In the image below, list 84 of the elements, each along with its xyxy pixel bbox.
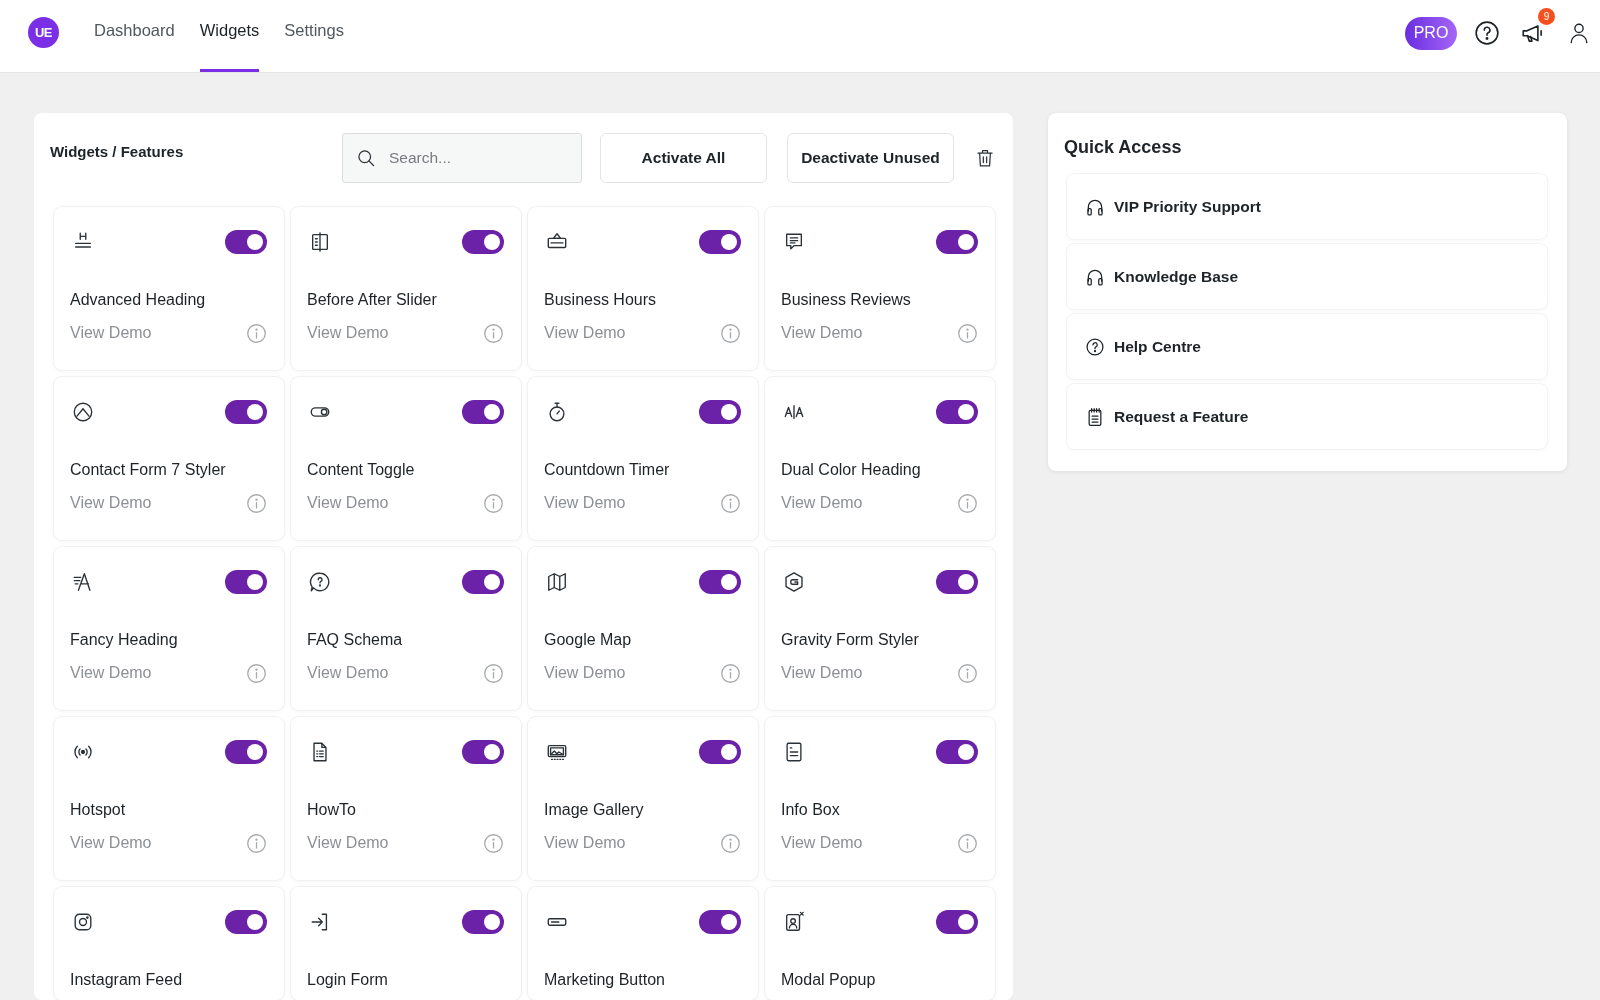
quick-access-link[interactable]: Request a Feature [1066,383,1548,450]
view-demo-link[interactable]: View Demo [307,664,389,682]
toggle-switch[interactable] [462,400,504,424]
toggle-switch[interactable] [225,230,267,254]
page-lines-icon [783,741,805,763]
widget-title: Gravity Form Styler [781,630,919,650]
toggle-switch[interactable] [225,570,267,594]
help-icon[interactable] [1474,20,1500,46]
widget-title: HowTo [307,800,356,820]
widget-title: Modal Popup [781,970,876,990]
toggle-switch[interactable] [225,740,267,764]
view-demo-link[interactable]: View Demo [70,664,152,682]
quick-access-link[interactable]: Knowledge Base [1066,243,1548,310]
comment-lines-icon [783,231,805,253]
panel-title: Widgets / Features [50,143,184,161]
search-field[interactable]: Search... [342,133,582,183]
view-demo-link[interactable]: View Demo [544,834,626,852]
widget-title: Contact Form 7 Styler [70,460,226,480]
view-demo-link[interactable]: View Demo [781,834,863,852]
view-demo-link[interactable]: View Demo [307,324,389,342]
widget-title: Info Box [781,800,840,820]
panel-title: Quick Access [1064,136,1182,159]
toggle-switch[interactable] [225,910,267,934]
toggle-switch[interactable] [699,570,741,594]
widget-title: Dual Color Heading [781,460,921,480]
toggle-switch[interactable] [462,570,504,594]
hexagon-icon [783,571,805,593]
widget-title: Fancy Heading [70,630,178,650]
user-icon[interactable] [1568,21,1590,45]
widget-title: Advanced Heading [70,290,206,310]
widget-title: Business Hours [544,290,657,310]
toggle-switch[interactable] [462,740,504,764]
search-icon [356,148,376,168]
view-demo-link[interactable]: View Demo [781,324,863,342]
view-demo-link[interactable]: View Demo [307,494,389,512]
logo: UE [28,16,59,48]
pro-badge[interactable]: PRO [1405,16,1457,50]
toggle-switch[interactable] [936,230,978,254]
widget-title: Marketing Button [544,970,665,990]
view-demo-link[interactable]: View Demo [544,324,626,342]
toolbar-button[interactable]: Deactivate Unused [787,133,954,183]
nav-tab[interactable]: Settings [284,0,344,72]
folded-map-icon [546,571,568,593]
quick-access-link[interactable]: Help Centre [1066,313,1548,380]
popup-window-icon [783,911,805,933]
split-frame-icon [309,231,331,253]
nav-tab[interactable]: Widgets [199,0,260,72]
view-demo-link[interactable]: View Demo [307,834,389,852]
widget-title: Before After Slider [307,290,437,310]
view-demo-link[interactable]: View Demo [70,324,152,342]
toggle-switch[interactable] [225,400,267,424]
toggle-switch[interactable] [936,740,978,764]
widget-title: Hotspot [70,800,126,820]
notification-badge: 9 [1538,8,1555,25]
widget-title: FAQ Schema [307,630,403,650]
view-demo-link[interactable]: View Demo [781,494,863,512]
view-demo-link[interactable]: View Demo [781,664,863,682]
widget-title: Business Reviews [781,290,911,310]
toggle-switch[interactable] [462,230,504,254]
widget-title: Instagram Feed [70,970,183,990]
toggle-switch[interactable] [699,400,741,424]
view-demo-link[interactable]: View Demo [544,664,626,682]
toggle-switch[interactable] [462,910,504,934]
widget-title: Content Toggle [307,460,415,480]
question-bubble-icon [309,571,331,593]
widget-title: Google Map [544,630,632,650]
toggle-switch[interactable] [936,570,978,594]
fancy-letter-icon [72,571,94,593]
view-demo-link[interactable]: View Demo [70,834,152,852]
toolbar-button[interactable]: Activate All [600,133,767,183]
camera-icon [72,911,94,933]
nav-tab[interactable]: Dashboard [94,0,175,72]
toggle-switch[interactable] [699,910,741,934]
toggle-switch[interactable] [699,740,741,764]
circle-peak-icon [72,401,94,423]
toggle-switch[interactable] [699,230,741,254]
view-demo-link[interactable]: View Demo [70,494,152,512]
widget-title: Login Form [307,970,388,990]
toggle-switch[interactable] [936,910,978,934]
toggle-switch[interactable] [936,400,978,424]
widget-title: Countdown Timer [544,460,670,480]
widget-title: Image Gallery [544,800,644,820]
quick-access-link[interactable]: VIP Priority Support [1066,173,1548,240]
view-demo-link[interactable]: View Demo [544,494,626,512]
